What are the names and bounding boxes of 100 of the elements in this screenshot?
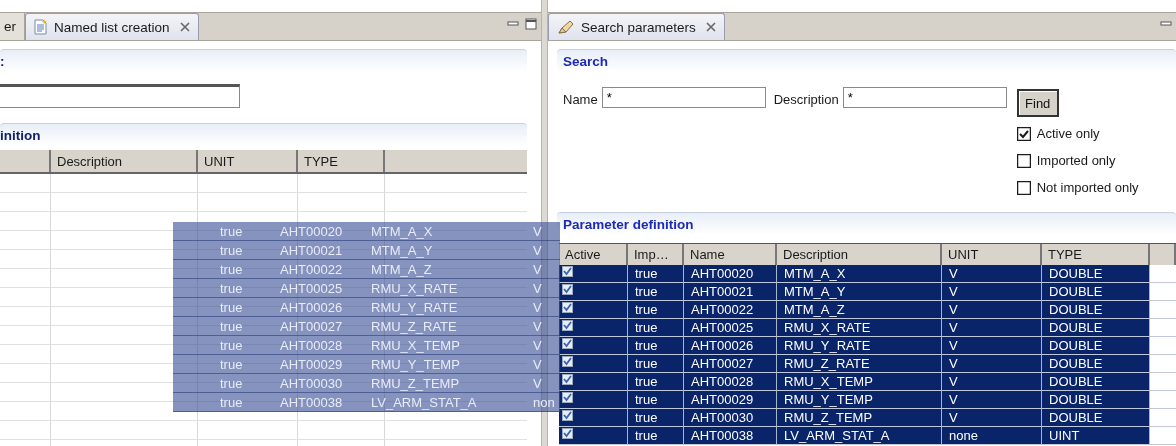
drag-cell-text: AHT00038: [280, 394, 344, 410]
name-input-field[interactable]: *: [601, 87, 766, 108]
checkbox[interactable]: [562, 428, 573, 439]
drag-cell-text: true: [220, 375, 244, 391]
checkbox[interactable]: [562, 374, 573, 385]
column-header[interactable]: TYPE: [1042, 244, 1150, 265]
column-header[interactable]: UNIT: [198, 150, 298, 172]
table-cell: true: [628, 283, 684, 301]
table-cell: DOUBLE: [1042, 265, 1150, 283]
table-cell: true: [628, 301, 684, 319]
table-cell: V: [942, 373, 1042, 391]
checkbox[interactable]: [562, 410, 573, 421]
checkbox[interactable]: [1016, 180, 1031, 195]
table-cell: true: [628, 409, 684, 427]
drag-cell-text: AHT00029: [280, 356, 344, 372]
drag-cell-text: AHT00028: [280, 337, 344, 353]
checkbox[interactable]: [1016, 153, 1031, 168]
drag-cell-text: true: [220, 223, 244, 239]
table-cell: AHT00021: [684, 283, 777, 301]
drag-cell: V: [533, 280, 542, 296]
table-row[interactable]: true AHT00029 RMU_Y_TEMP V DOUBLE: [559, 391, 1176, 409]
checkbox-label: Imported only: [1036, 153, 1116, 168]
editor-tab[interactable]: er: [0, 13, 25, 40]
drag-cell-text: RMU_X_RATE: [371, 280, 459, 296]
table-cell: true: [628, 373, 684, 391]
table-cell: MTM_A_X: [777, 265, 942, 283]
drag-cell: V: [533, 375, 542, 391]
checkbox[interactable]: [562, 266, 573, 277]
drag-cell: V: [533, 356, 542, 372]
column-header[interactable]: [0, 150, 51, 172]
table-cell: AHT00029: [684, 391, 777, 409]
drag-cell: non: [533, 394, 555, 410]
table-row[interactable]: true AHT00028 RMU_X_TEMP V DOUBLE: [559, 373, 1176, 391]
drag-cell-text: RMU_Z_TEMP: [371, 375, 461, 391]
drag-cell-text: true: [220, 337, 244, 353]
drag-cell-text: AHT00022: [280, 261, 344, 277]
drag-cell-text: true: [220, 261, 244, 277]
table-row[interactable]: true AHT00027 RMU_Z_RATE V DOUBLE: [559, 355, 1176, 373]
editor-tab[interactable]: Named list creation: [25, 13, 199, 40]
drag-cell-text: true: [220, 280, 244, 296]
drag-cell-text: AHT00025: [280, 280, 344, 296]
table-cell: AHT00020: [684, 265, 777, 283]
checkbox-label: Active only: [1036, 126, 1100, 141]
description-label: Description: [773, 92, 839, 107]
table-cell: V: [942, 337, 1042, 355]
table-row[interactable]: true AHT00022 MTM_A_Z V DOUBLE: [559, 301, 1176, 319]
column-header[interactable]: UNIT: [942, 244, 1042, 265]
drag-cell: V: [533, 223, 542, 239]
table-cell: UINT: [1042, 427, 1150, 445]
table-row[interactable]: true AHT00030 RMU_Z_TEMP V DOUBLE: [559, 409, 1176, 427]
table-cell: RMU_Z_TEMP: [777, 409, 942, 427]
drag-cell-text: AHT00030: [280, 375, 344, 391]
table-cell: V: [942, 391, 1042, 409]
column-header[interactable]: Description: [51, 150, 198, 172]
table-cell: true: [628, 391, 684, 409]
drag-cell-text: true: [220, 394, 244, 410]
drag-cell-text: true: [220, 356, 244, 372]
table-cell: RMU_X_RATE: [777, 319, 942, 337]
drag-cell-text: AHT00027: [280, 318, 344, 334]
section-header: Parameter definition: [557, 212, 1176, 235]
table-cell: AHT00030: [684, 409, 777, 427]
table-cell: MTM_A_Y: [777, 283, 942, 301]
drag-cell-text: AHT00026: [280, 299, 344, 315]
table-row[interactable]: true AHT00025 RMU_X_RATE V DOUBLE: [559, 319, 1176, 337]
drag-cell: V: [533, 318, 542, 334]
section-header: inition: [0, 123, 527, 146]
table-row[interactable]: true AHT00021 MTM_A_Y V DOUBLE: [559, 283, 1176, 301]
table-row[interactable]: true AHT00026 RMU_Y_RATE V DOUBLE: [559, 337, 1176, 355]
drag-cell-text: RMU_Y_RATE: [371, 299, 459, 315]
find-button[interactable]: Find: [1016, 89, 1059, 117]
drag-cell: V: [533, 337, 542, 353]
section-header: :: [0, 49, 527, 72]
table-cell: AHT00022: [684, 301, 777, 319]
view-tab[interactable]: Search parameters: [548, 13, 725, 40]
checkbox[interactable]: [1016, 126, 1031, 141]
maximize-icon[interactable]: [525, 18, 537, 30]
table-cell: RMU_X_TEMP: [777, 373, 942, 391]
table-cell: true: [628, 337, 684, 355]
column-header[interactable]: Description: [777, 244, 942, 265]
column-header[interactable]: TYPE: [298, 150, 385, 172]
checkbox[interactable]: [562, 320, 573, 331]
checkbox[interactable]: [562, 392, 573, 403]
table-cell: AHT00026: [684, 337, 777, 355]
drag-cell: V: [533, 261, 542, 277]
table-cell: DOUBLE: [1042, 373, 1150, 391]
table-row[interactable]: true AHT00020 MTM_A_X V DOUBLE: [559, 265, 1176, 283]
name-input-field[interactable]: [0, 84, 240, 108]
checkbox[interactable]: [562, 302, 573, 313]
checkbox[interactable]: [562, 284, 573, 295]
checkbox[interactable]: [562, 338, 573, 349]
column-header[interactable]: Active: [559, 244, 628, 265]
checkbox[interactable]: [562, 356, 573, 367]
column-header[interactable]: Imp…: [628, 244, 684, 265]
column-header[interactable]: Name: [684, 244, 777, 265]
column-header[interactable]: [1150, 244, 1176, 265]
close-icon[interactable]: [179, 22, 190, 32]
description-input-field[interactable]: *: [842, 87, 1007, 108]
table-cell: V: [942, 265, 1042, 283]
close-icon[interactable]: [705, 22, 716, 32]
table-row[interactable]: true AHT00038 LV_ARM_STAT_A none UINT: [559, 427, 1176, 445]
